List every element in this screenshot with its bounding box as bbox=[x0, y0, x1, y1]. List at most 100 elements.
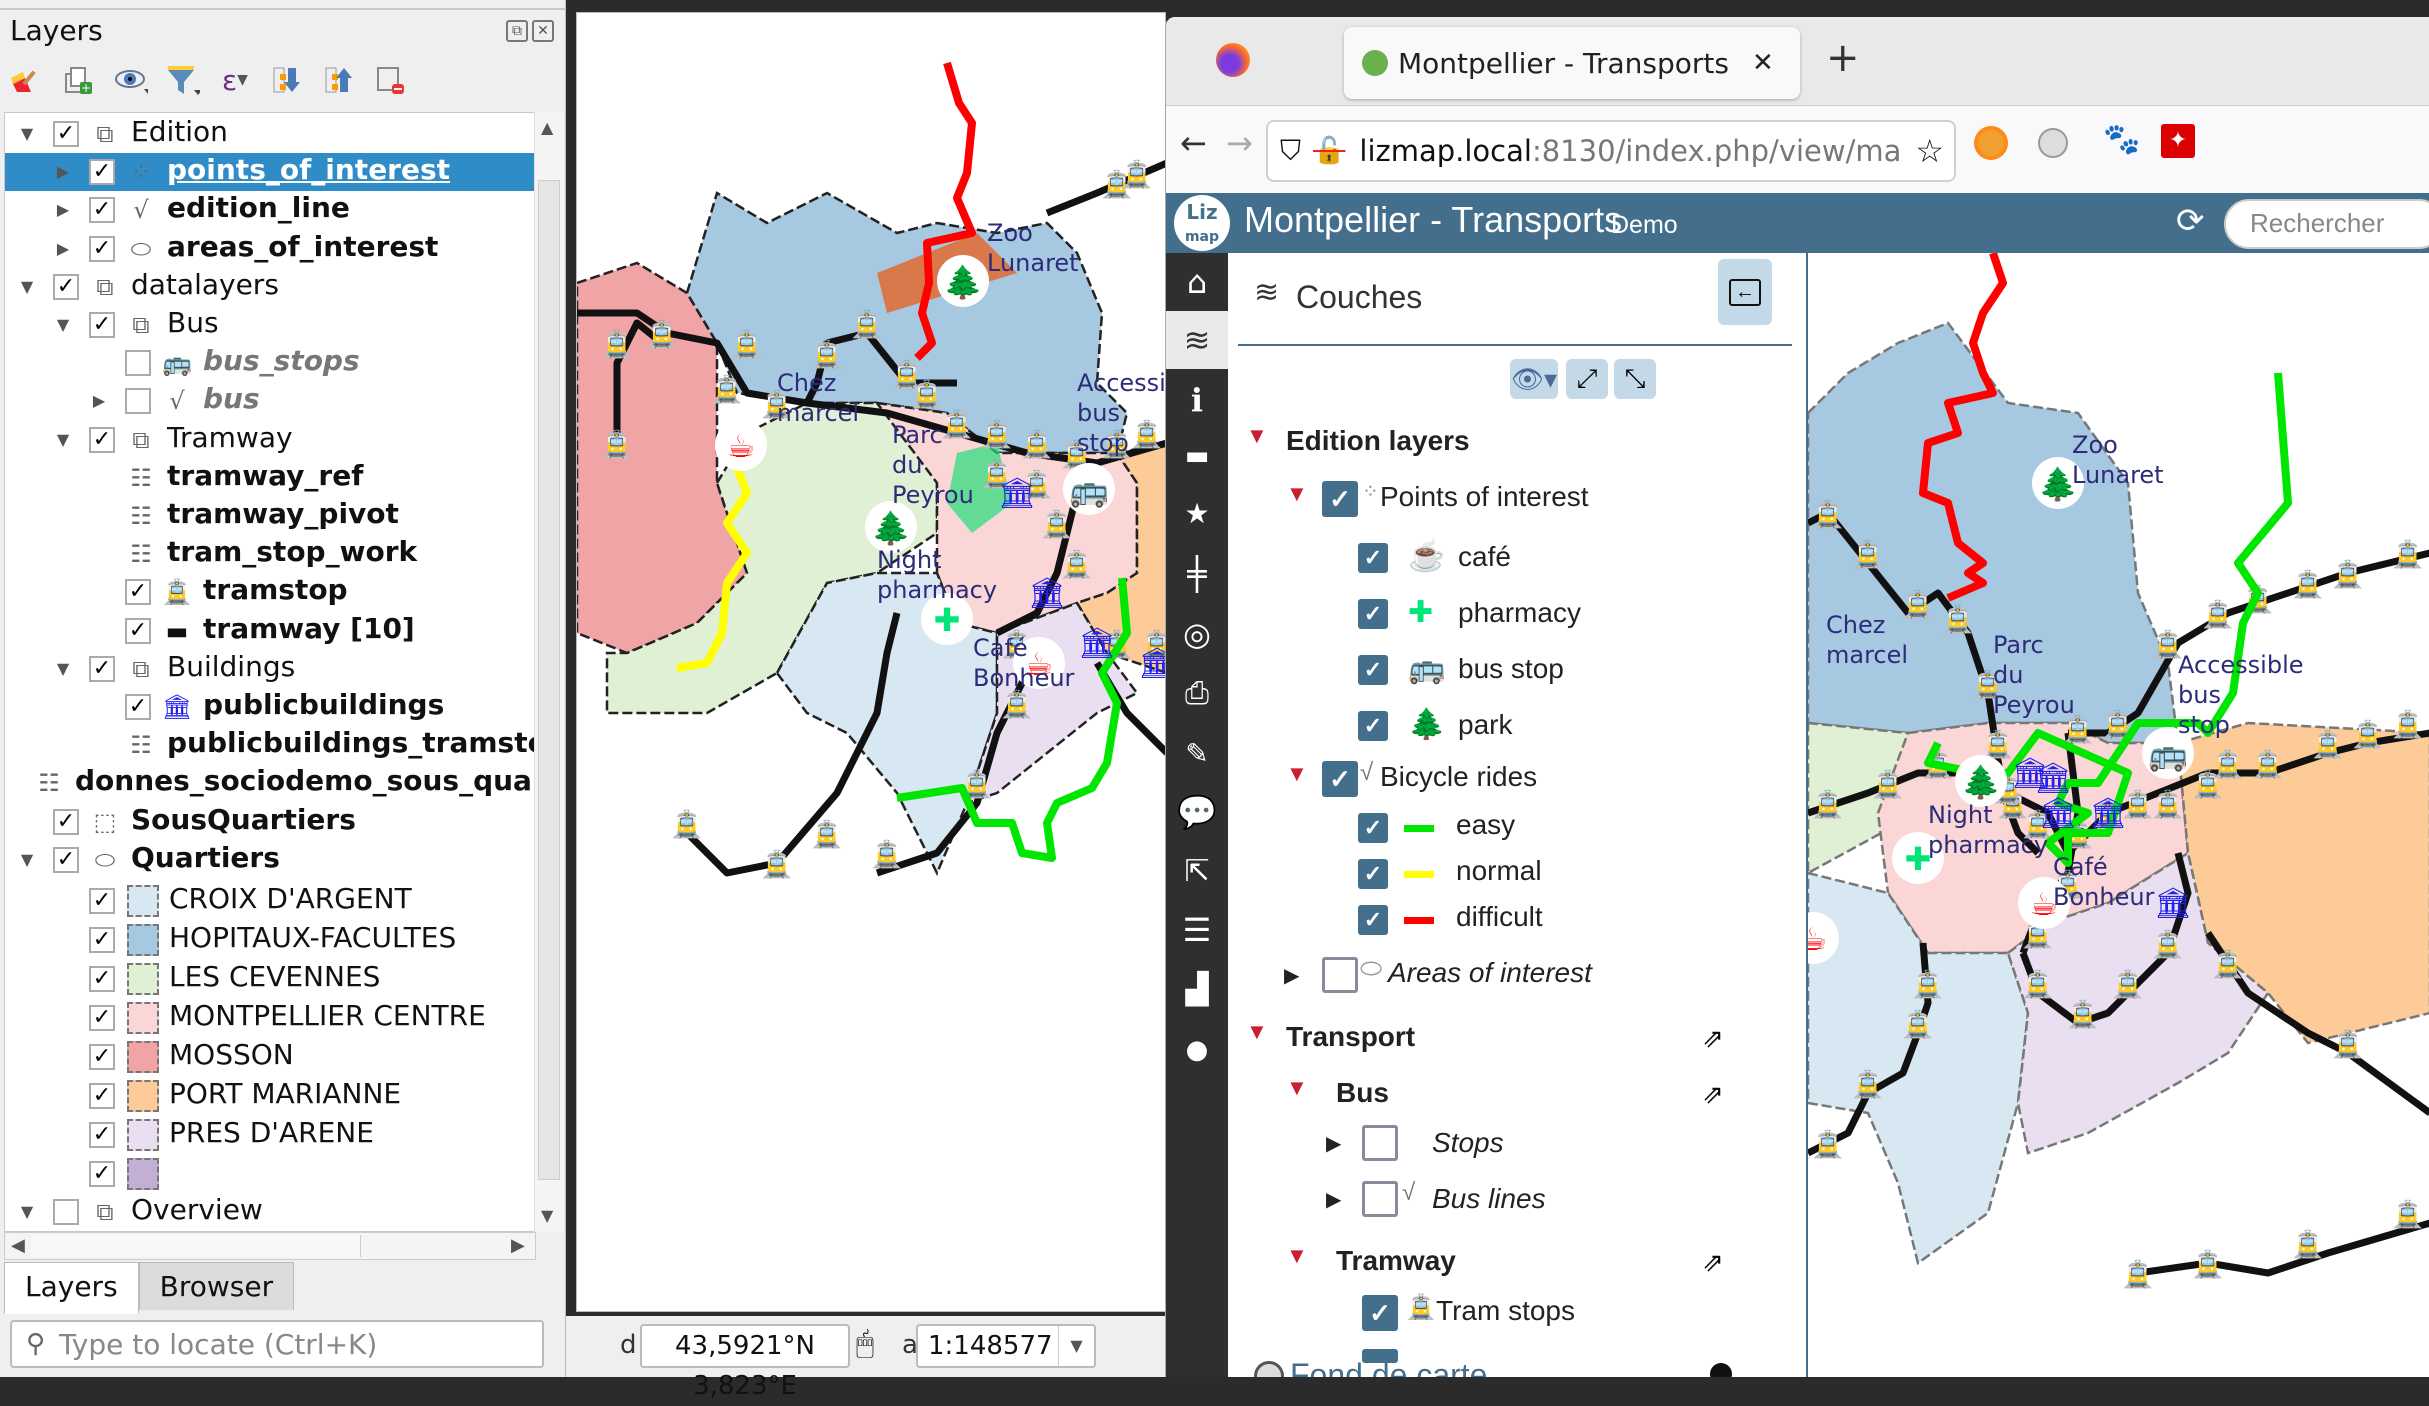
layer-tram-stops[interactable]: Tram stops bbox=[1436, 1295, 1575, 1327]
poi-checkbox[interactable]: ✓ bbox=[1322, 481, 1358, 517]
chat-icon[interactable]: 💬 bbox=[1166, 783, 1228, 841]
magic-wand-icon[interactable]: ✦ bbox=[2161, 124, 2195, 158]
firefox-logo-icon[interactable] bbox=[1216, 43, 1250, 77]
expand-open-icon[interactable]: ▼ bbox=[53, 315, 73, 335]
external-link-icon[interactable]: ⇗ bbox=[1702, 1023, 1724, 1054]
layer-tree-row[interactable]: ▼ ✓ ⧉ Bus bbox=[5, 306, 535, 344]
expand-open-icon[interactable]: ▼ bbox=[53, 659, 73, 679]
bookmark-star-icon[interactable]: ☆ bbox=[1909, 132, 1944, 170]
expand-open-icon[interactable]: ▼ bbox=[17, 124, 37, 144]
info-icon[interactable]: i bbox=[1166, 371, 1228, 429]
quartier-category-row[interactable]: ✓ CROIX D'ARGENT bbox=[5, 881, 535, 921]
globe-icon[interactable]: ● bbox=[1166, 1021, 1228, 1079]
qgis-map-canvas[interactable]: 🚊🚊🚊🚊🚊🚊🚊🚊🚊🚊🚊🚊🚊🚊🚊🚊🚊🚊🚊🚊🚊🚊🚊🚊🚊🚊🚊🚊🚊🚊🚊☕🌲🌲✚🚌☕🏛🏛🏛… bbox=[576, 12, 1166, 1312]
stops-checkbox[interactable] bbox=[1362, 1125, 1398, 1161]
filter-legend-icon[interactable] bbox=[166, 63, 200, 97]
legend-item-label[interactable]: café bbox=[1458, 541, 1511, 573]
layer-visibility-checkbox[interactable]: ✓ bbox=[89, 197, 115, 224]
extension-bubbles-icon[interactable] bbox=[2038, 128, 2068, 158]
info-icon[interactable] bbox=[1710, 1363, 1732, 1377]
layer-tree-row[interactable]: ▶ ✓ ⬭ areas_of_interest bbox=[5, 230, 535, 268]
layer-tree-row[interactable]: ✓ ▬ tramway [10] bbox=[5, 612, 535, 650]
legend-item-label[interactable]: park bbox=[1458, 709, 1512, 741]
comment-icon[interactable]: ▬ bbox=[1166, 427, 1228, 485]
layer-collapsed-icon[interactable]: ▶ bbox=[1326, 1131, 1341, 1156]
locate-icon[interactable]: ◎ bbox=[1166, 605, 1228, 663]
group-tramway[interactable]: Tramway bbox=[1336, 1245, 1456, 1277]
collapse-all-button[interactable]: ⤡ bbox=[1614, 359, 1656, 399]
scrollbar-thumb[interactable] bbox=[538, 180, 560, 1180]
legend-item-checkbox[interactable]: ✓ bbox=[1358, 859, 1388, 889]
layer-visibility-checkbox[interactable]: ✓ bbox=[53, 846, 79, 873]
chart-icon[interactable]: ▟ bbox=[1166, 961, 1228, 1019]
layer-tree-row[interactable]: ✓ 🚊 tramstop bbox=[5, 573, 535, 611]
tree-vertical-scrollbar[interactable]: ▲ ▼ bbox=[534, 112, 564, 1232]
lizmap-map-canvas[interactable]: 🚊 🚊 🚊 🚊 🚊 🚊 🚊 🚊 🚊 🚊 🚊 🚊 🚊 🚊 🚊 🚊 🚊 🚊 🚊 🚊 🚊 🚊 🚊 🚊 🚊 🚊 🚊 🚊 🚊 🚊 🚊 🚊 🚊 🚊 🚊 🚊 🚊 🚊 🚊 🚊… bbox=[1808, 253, 2429, 1377]
gnome-foot-icon[interactable]: 🐾 bbox=[2103, 122, 2140, 157]
legend-item-label[interactable]: bus stop bbox=[1458, 653, 1564, 685]
legend-item-label[interactable]: easy bbox=[1456, 809, 1515, 841]
profile-avatar-icon[interactable] bbox=[1974, 126, 2008, 160]
layer-points-of-interest[interactable]: Points of interest bbox=[1380, 481, 1589, 513]
quartier-category-row[interactable]: ✓ bbox=[5, 1154, 535, 1194]
scale-field[interactable]: 1:148577 ▼ bbox=[916, 1324, 1096, 1368]
layer-collapsed-icon[interactable]: ▶ bbox=[1326, 1187, 1341, 1212]
external-link-icon[interactable]: ⇗ bbox=[1702, 1079, 1724, 1110]
collapse-all-icon[interactable] bbox=[322, 63, 356, 97]
areas-checkbox[interactable] bbox=[1322, 957, 1358, 993]
category-checkbox[interactable]: ✓ bbox=[89, 1044, 115, 1070]
collapse-panel-button[interactable]: ← bbox=[1718, 259, 1772, 325]
expand-all-button[interactable]: ⤢ bbox=[1566, 359, 1608, 399]
scroll-down-icon[interactable]: ▼ bbox=[541, 1206, 553, 1225]
layer-tree-row[interactable]: ▼ ✓ ⧉ Tramway bbox=[5, 421, 535, 459]
refresh-icon[interactable]: ⟳ bbox=[2176, 201, 2205, 241]
star-icon[interactable]: ★ bbox=[1166, 485, 1228, 543]
layer-visibility-checkbox[interactable] bbox=[53, 1199, 79, 1225]
layer-bicycle-rides[interactable]: Bicycle rides bbox=[1380, 761, 1537, 793]
layer-visibility-checkbox[interactable]: ✓ bbox=[89, 312, 115, 338]
layer-visibility-checkbox[interactable]: ✓ bbox=[89, 655, 115, 682]
group-expanded-icon[interactable]: ▼ bbox=[1286, 1075, 1308, 1101]
locator-search-input[interactable]: ⚲ Type to locate (Ctrl+K) bbox=[10, 1320, 544, 1368]
legend-item-checkbox[interactable]: ✓ bbox=[1358, 655, 1388, 685]
layer-visibility-checkbox[interactable]: ✓ bbox=[53, 273, 79, 300]
back-button[interactable]: ← bbox=[1180, 124, 1207, 162]
url-bar[interactable]: ⛉ 🔓 lizmap.local:8130/index.php/view/ma … bbox=[1266, 120, 1956, 182]
legend-item-label[interactable]: normal bbox=[1456, 855, 1542, 887]
category-checkbox[interactable]: ✓ bbox=[89, 1083, 115, 1109]
tram-stops-checkbox[interactable]: ✓ bbox=[1362, 1295, 1398, 1331]
group-edition-layers[interactable]: Edition layers bbox=[1286, 425, 1470, 457]
list-icon[interactable]: ☰ bbox=[1166, 901, 1228, 959]
add-group-icon[interactable]: + bbox=[62, 63, 96, 97]
measure-icon[interactable]: ✎ bbox=[1166, 725, 1228, 783]
legend-item-label[interactable]: pharmacy bbox=[1458, 597, 1581, 629]
layer-tree-row[interactable]: ▶ ✓ ⁘ points_of_interest bbox=[5, 153, 535, 192]
category-checkbox[interactable]: ✓ bbox=[89, 1161, 115, 1187]
share-icon[interactable]: ⇱ bbox=[1166, 843, 1228, 901]
layer-expanded-icon[interactable]: ▼ bbox=[1286, 761, 1308, 787]
print-icon[interactable]: ⎙ bbox=[1166, 665, 1228, 723]
legend-item-checkbox[interactable]: ✓ bbox=[1358, 711, 1388, 741]
quartier-category-row[interactable]: ✓ HOPITAUX-FACULTES bbox=[5, 920, 535, 960]
insecure-lock-icon[interactable]: 🔓 bbox=[1313, 136, 1345, 166]
layer-visibility-checkbox[interactable]: ✓ bbox=[125, 579, 151, 606]
chevron-down-icon[interactable]: ▼ bbox=[1058, 1326, 1094, 1366]
scroll-left-icon[interactable]: ◀ bbox=[11, 1235, 25, 1256]
mouse-coordinate-icon[interactable]: 🖱 bbox=[856, 1326, 874, 1361]
category-checkbox[interactable]: ✓ bbox=[89, 1005, 115, 1031]
search-input[interactable]: Rechercher bbox=[2224, 199, 2429, 249]
new-tab-button[interactable]: + bbox=[1826, 35, 1860, 81]
bicycle-checkbox[interactable]: ✓ bbox=[1322, 761, 1358, 797]
expand-closed-icon[interactable]: ▶ bbox=[89, 391, 109, 411]
layer-tree-row[interactable]: 🚌 bus_stops bbox=[5, 344, 535, 382]
group-transport[interactable]: Transport bbox=[1286, 1021, 1415, 1053]
bus-lines-checkbox[interactable] bbox=[1362, 1181, 1398, 1217]
quartier-category-row[interactable]: ✓ MOSSON bbox=[5, 1037, 535, 1077]
layer-tree-row[interactable]: ▼ ⧉ Overview bbox=[5, 1193, 535, 1231]
float-panel-button[interactable]: ⧉ bbox=[506, 20, 528, 42]
layer-tree-row[interactable]: ▼ ✓ ⧉ datalayers bbox=[5, 268, 535, 306]
close-tab-icon[interactable]: ✕ bbox=[1752, 48, 1774, 78]
category-checkbox[interactable]: ✓ bbox=[89, 966, 115, 992]
layer-tree-row[interactable]: ▶ √ bus bbox=[5, 382, 535, 420]
group-bus[interactable]: Bus bbox=[1336, 1077, 1389, 1109]
